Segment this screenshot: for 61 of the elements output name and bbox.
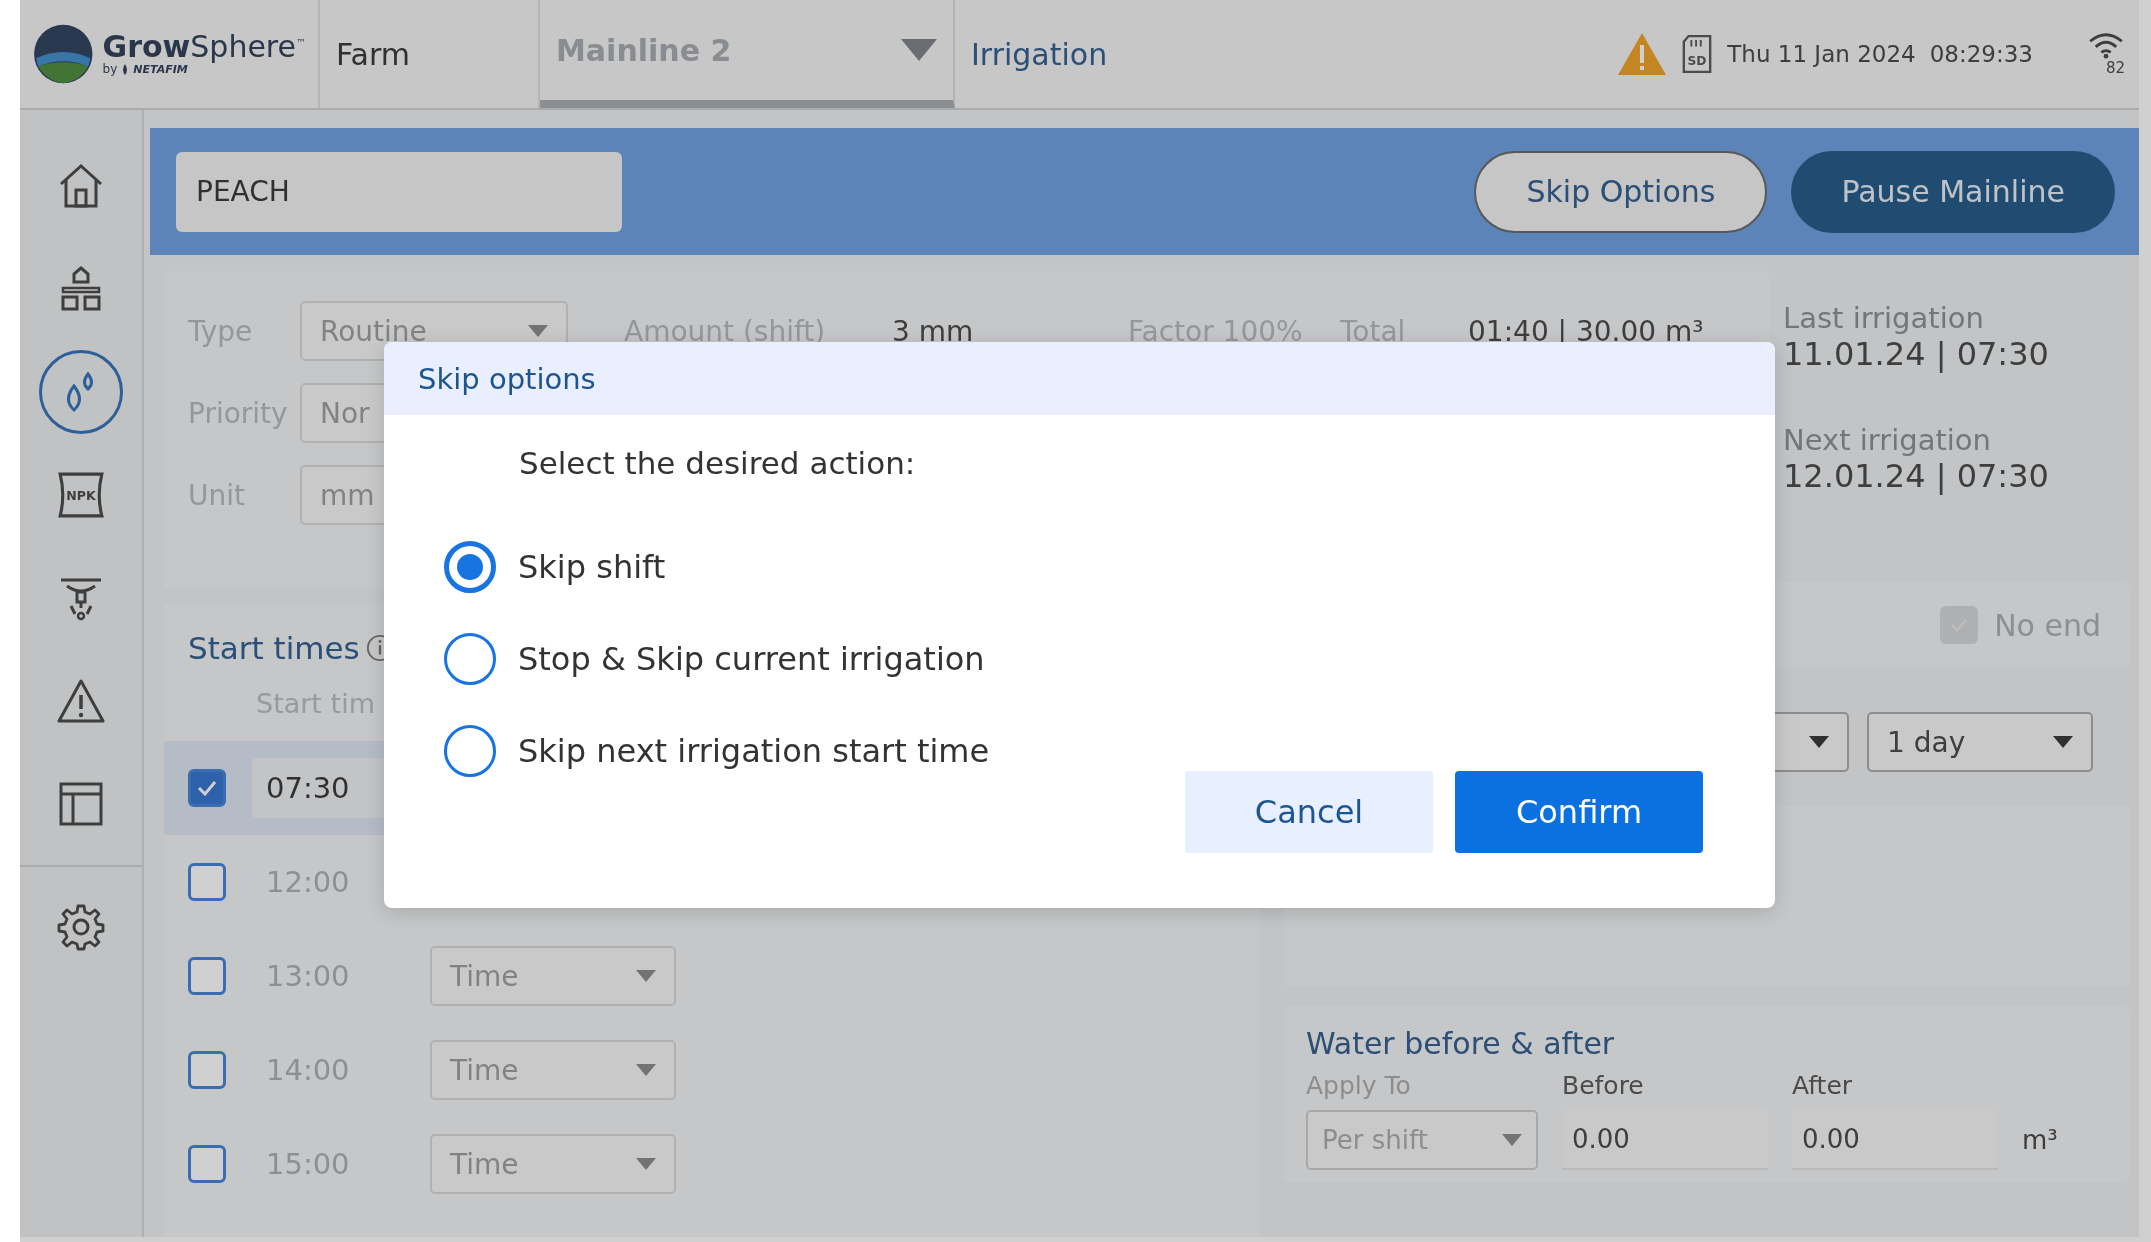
caret-down-icon (1809, 736, 1829, 748)
start-time-value: 13:00 (265, 958, 351, 995)
radio-button[interactable] (444, 633, 496, 685)
start-time-value: 15:00 (265, 1146, 351, 1183)
pause-button[interactable]: Pause Mainline (1791, 150, 2115, 233)
confirm-button[interactable]: Confirm (1455, 771, 1703, 853)
section-title: Water before & after (1306, 1026, 1616, 1061)
radio-label[interactable]: Skip next irrigation start time (518, 732, 990, 770)
field-label: After (1792, 1071, 1854, 1100)
checkbox[interactable] (188, 1145, 226, 1183)
signal-strength-text: 82 (2105, 59, 2125, 77)
home-icon (57, 162, 105, 210)
info-label: Next irrigation (1783, 423, 1992, 457)
caret-down-icon (1502, 1134, 1522, 1146)
nav-item[interactable]: NPK (39, 453, 123, 537)
sd-card-icon[interactable]: SD (1681, 34, 1714, 74)
caret-down-icon (528, 325, 548, 337)
radio-button[interactable] (444, 725, 496, 777)
checkbox[interactable] (188, 957, 226, 995)
field-label: Before (1562, 1071, 1645, 1100)
cancel-button[interactable]: Cancel (1185, 771, 1433, 853)
unit-label: m³ (2022, 1125, 2059, 1155)
warning-icon (57, 677, 105, 725)
droplet-icon (121, 63, 130, 75)
info-value: 12.01.24 | 07:30 (1783, 457, 2050, 495)
caret-down-icon (636, 1064, 656, 1076)
farm-label: Farm (320, 0, 540, 108)
dialog-prompt: Select the desired action: (519, 445, 917, 481)
caret-down-icon (636, 970, 656, 982)
start-time-value: 12:00 (265, 864, 351, 901)
section-title: Start times (188, 630, 360, 666)
checkbox-label: No end (1994, 607, 2101, 643)
section-title: Irrigation (970, 35, 1109, 74)
caret-down-icon (2053, 736, 2073, 748)
brand-name: GrowSphere$^{™}$ (102, 32, 306, 62)
checkmark-icon (197, 780, 217, 796)
checkbox[interactable] (188, 1051, 226, 1089)
table-icon (57, 780, 105, 828)
brand-by-text: by (102, 62, 118, 76)
checkbox[interactable] (188, 769, 226, 807)
wifi-icon (2087, 31, 2125, 59)
caret-down-icon (901, 39, 937, 61)
checkbox[interactable] (188, 863, 226, 901)
radio-button[interactable] (444, 541, 496, 593)
settings-icon (57, 903, 105, 951)
info-value: 11.01.24 | 07:30 (1783, 335, 2050, 373)
npk-icon: NPK (56, 470, 106, 520)
field-label: Apply To (1306, 1071, 1412, 1100)
maker-logo-text: NETAFIM (133, 62, 188, 76)
caret-down-icon (636, 1158, 656, 1170)
info-label: Last irrigation (1783, 301, 1985, 335)
date-text: Thu 11 Jan 2024 (1727, 41, 1916, 67)
time-text: 08:29:33 (1929, 41, 2033, 67)
program-name-field[interactable]: PEACH (176, 151, 622, 232)
radio-label[interactable]: Stop & Skip current irrigation (518, 640, 985, 678)
interval-dropdown[interactable]: 1 day (1867, 712, 2093, 772)
nav-item[interactable] (39, 350, 123, 434)
radio-label[interactable]: Skip shift (518, 548, 666, 586)
dialog-title: Skip options (384, 342, 1775, 415)
skip-options-button[interactable]: Skip Options (1474, 150, 1768, 233)
start-time-value: 14:00 (265, 1052, 351, 1089)
